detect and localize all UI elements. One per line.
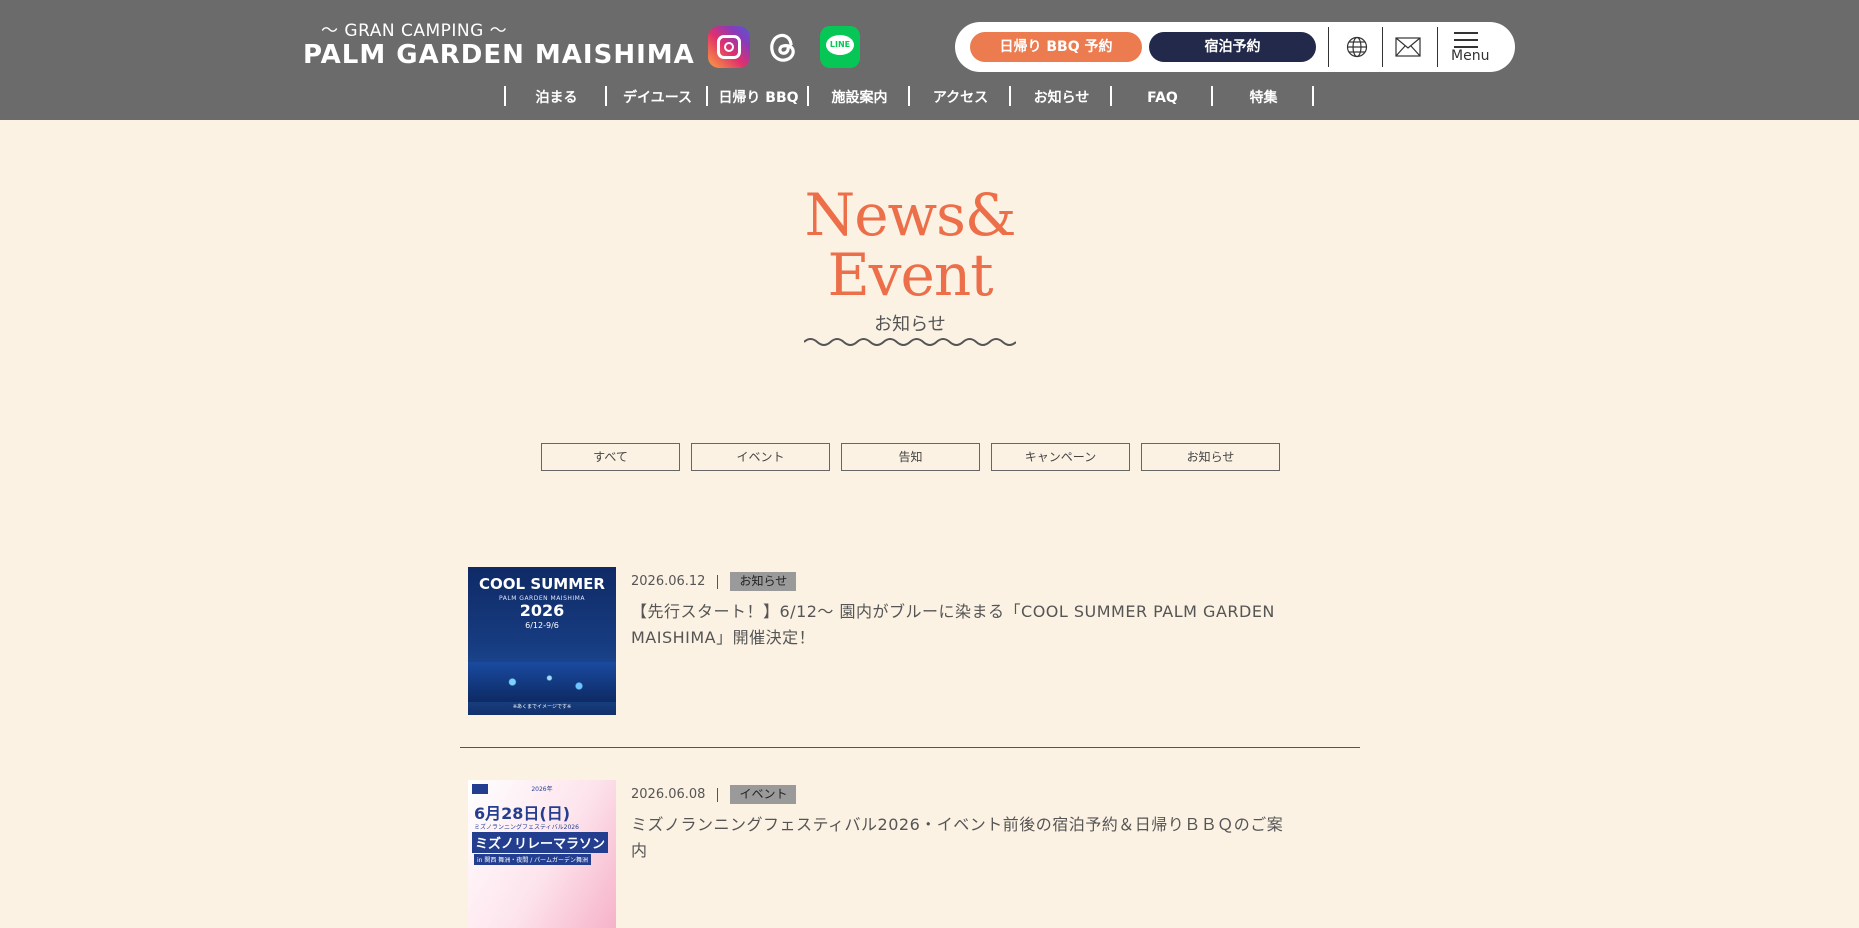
nav-item-stay[interactable]: 泊まる xyxy=(504,86,607,106)
category-badge[interactable]: イベント xyxy=(730,785,797,804)
logo-title: PALM GARDEN MAISHIMA xyxy=(303,40,695,70)
nav-item-dayuse[interactable]: デイユース xyxy=(605,86,708,106)
mail-icon[interactable] xyxy=(1395,37,1421,57)
filter-campaign[interactable]: キャンペーン xyxy=(991,443,1130,471)
divider xyxy=(1382,27,1383,67)
list-divider xyxy=(460,747,1360,748)
category-badge[interactable]: お知らせ xyxy=(730,572,797,591)
news-date: 2026.06.12 xyxy=(631,574,706,589)
news-title-link[interactable]: ミズノランニングフェスティバル2026・イベント前後の宿泊予約＆日帰りＢＢＱのご… xyxy=(631,812,1291,864)
news-meta: 2026.06.12 お知らせ xyxy=(631,571,797,591)
divider xyxy=(1437,27,1438,67)
list-item[interactable]: 2026年 6月28日(日) ミズノランニングフェスティバル2026 ミズノリレ… xyxy=(460,780,1360,928)
filter-news[interactable]: お知らせ xyxy=(1141,443,1280,471)
line-text: LINE xyxy=(826,35,854,55)
nav-item-bbq[interactable]: 日帰り BBQ xyxy=(706,86,809,106)
news-date: 2026.06.08 xyxy=(631,787,706,802)
nav-item-news[interactable]: お知らせ xyxy=(1009,86,1112,106)
nav-item-faq[interactable]: FAQ xyxy=(1110,86,1213,106)
nav-item-feature[interactable]: 特集 xyxy=(1211,86,1314,106)
bbq-reserve-button[interactable]: 日帰り BBQ 予約 xyxy=(970,32,1142,62)
nav-divider xyxy=(1312,86,1314,106)
page-title: News& Event xyxy=(760,185,1060,305)
list-item[interactable]: COOL SUMMER PALM GARDEN MAISHIMA 2026 6/… xyxy=(460,567,1360,717)
divider xyxy=(1328,27,1329,67)
page-title-line1: News& xyxy=(804,181,1016,249)
hamburger-icon xyxy=(1454,32,1478,34)
nav-item-access[interactable]: アクセス xyxy=(908,86,1011,106)
filter-announcement[interactable]: 告知 xyxy=(841,443,980,471)
nav-item-facilities[interactable]: 施設案内 xyxy=(807,86,910,106)
threads-icon[interactable] xyxy=(762,26,804,68)
wave-divider xyxy=(804,338,1016,346)
page-subtitle: お知らせ xyxy=(874,314,946,335)
line-icon[interactable]: LINE xyxy=(820,26,860,68)
logo-subtitle: 〜 GRAN CAMPING 〜 xyxy=(321,21,508,41)
globe-icon[interactable] xyxy=(1345,35,1369,59)
instagram-icon[interactable] xyxy=(708,26,750,68)
news-title-link[interactable]: 【先行スタート！】6/12〜 園内がブルーに染まる「COOL SUMMER PA… xyxy=(631,599,1291,651)
page-title-line2: Event xyxy=(827,241,993,309)
menu-label: Menu xyxy=(1451,48,1490,64)
filter-event[interactable]: イベント xyxy=(691,443,830,471)
site-header: 〜 GRAN CAMPING 〜 PALM GARDEN MAISHIMA LI… xyxy=(0,0,1859,120)
stay-reserve-button[interactable]: 宿泊予約 xyxy=(1149,32,1316,62)
news-thumbnail[interactable]: 2026年 6月28日(日) ミズノランニングフェスティバル2026 ミズノリレ… xyxy=(468,780,616,928)
menu-button[interactable]: Menu xyxy=(1447,30,1497,66)
news-meta: 2026.06.08 イベント xyxy=(631,784,797,804)
filter-all[interactable]: すべて xyxy=(541,443,680,471)
news-thumbnail[interactable]: COOL SUMMER PALM GARDEN MAISHIMA 2026 6/… xyxy=(468,567,616,715)
header-actions: 日帰り BBQ 予約 宿泊予約 Menu xyxy=(955,22,1515,72)
